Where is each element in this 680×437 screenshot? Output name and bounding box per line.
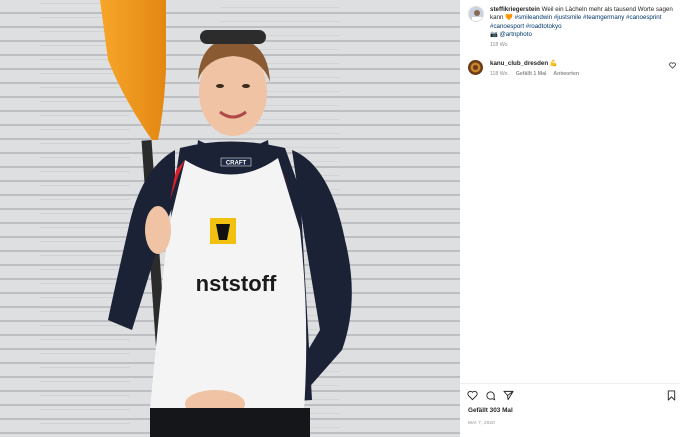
comment-reply-button[interactable]: Antworten bbox=[553, 71, 579, 77]
actions-divider bbox=[460, 383, 680, 384]
post-photo[interactable]: CRAFT nststoff bbox=[0, 0, 460, 437]
action-bar bbox=[467, 390, 677, 402]
comment-timestamp: 118 Wo. bbox=[490, 71, 509, 77]
caption-timestamp: 118 Wo. bbox=[490, 42, 509, 48]
photo-illustration: CRAFT nststoff bbox=[0, 0, 460, 437]
author-avatar[interactable] bbox=[468, 6, 484, 22]
caption-hashtags[interactable]: #smileandwin #justsmile #teamgermany #ca… bbox=[490, 14, 661, 29]
share-icon[interactable] bbox=[503, 390, 514, 401]
comment-emoji: 💪 bbox=[549, 60, 558, 67]
heart-icon[interactable] bbox=[467, 390, 478, 401]
bookmark-icon[interactable] bbox=[666, 390, 677, 401]
caption-username[interactable]: steffikriegerstein bbox=[490, 6, 540, 13]
heart-small-icon[interactable] bbox=[669, 62, 676, 69]
comment-username[interactable]: kanu_club_dresden bbox=[490, 60, 548, 67]
camera-icon: 📷 bbox=[490, 31, 498, 39]
comment-text: kanu_club_dresden 💪 bbox=[490, 59, 558, 67]
post-caption: steffikriegerstein Weil ein Lächeln mehr… bbox=[490, 6, 674, 40]
comment-icon[interactable] bbox=[485, 390, 496, 401]
comment-avatar[interactable] bbox=[468, 60, 483, 75]
photo-credit-link[interactable]: @artnphoto bbox=[499, 31, 531, 38]
comment-likes[interactable]: Gefällt 1 Mal bbox=[516, 71, 547, 77]
comment-meta: 118 Wo. Gefällt 1 Mal Antworten bbox=[490, 71, 579, 77]
shirt-brand: CRAFT bbox=[226, 161, 247, 167]
heart-emoji: 🧡 bbox=[505, 14, 513, 22]
likes-count[interactable]: Gefällt 303 Mal bbox=[468, 407, 513, 414]
post-date: MAI 7, 2020 bbox=[468, 420, 495, 425]
shirt-sponsor-text: nststoff bbox=[196, 271, 277, 296]
post-sidebar: steffikriegerstein Weil ein Lächeln mehr… bbox=[460, 0, 680, 437]
